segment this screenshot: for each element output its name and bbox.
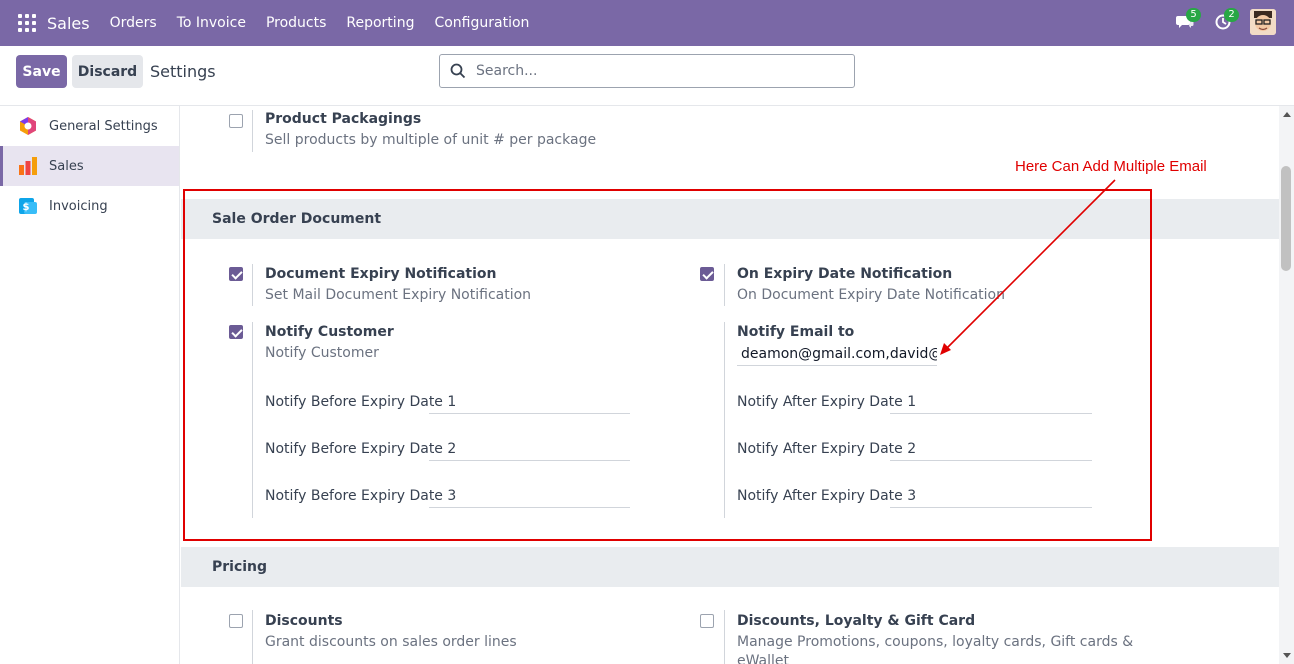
control-panel: Save Discard Settings xyxy=(0,46,1294,106)
document-expiry-desc: Set Mail Document Expiry Notification xyxy=(265,287,532,303)
setting-divider xyxy=(252,610,253,664)
sidebar-item-general-settings[interactable]: General Settings xyxy=(0,106,179,146)
page-scrollbar[interactable] xyxy=(1279,106,1294,664)
svg-text:$: $ xyxy=(23,202,30,213)
annotation-text: Here Can Add Multiple Email xyxy=(1015,158,1207,175)
notify-customer-label[interactable]: Notify Customer xyxy=(265,324,394,340)
chat-icon[interactable]: 5 xyxy=(1174,8,1201,33)
notify-before-1-label: Notify Before Expiry Date 1 xyxy=(265,394,457,410)
sidebar-item-invoicing[interactable]: $ Invoicing xyxy=(0,186,179,226)
notify-before-2-input[interactable] xyxy=(429,439,630,461)
apps-grid-icon[interactable] xyxy=(18,14,36,32)
search-input[interactable] xyxy=(476,63,836,79)
scroll-down-arrow-icon[interactable] xyxy=(1283,653,1291,658)
sidebar-item-label: Sales xyxy=(49,158,84,174)
menu-to-invoice[interactable]: To Invoice xyxy=(177,15,246,31)
setting-divider xyxy=(252,322,253,518)
notify-after-1-input[interactable] xyxy=(890,392,1092,414)
user-avatar[interactable] xyxy=(1250,9,1276,35)
menu-orders[interactable]: Orders xyxy=(110,15,157,31)
save-button[interactable]: Save xyxy=(16,55,67,88)
menu-configuration[interactable]: Configuration xyxy=(434,15,529,31)
notify-customer-checkbox[interactable] xyxy=(229,325,243,339)
loyalty-desc: Manage Promotions, coupons, loyalty card… xyxy=(737,634,1134,650)
discounts-desc: Grant discounts on sales order lines xyxy=(265,634,517,650)
setting-divider xyxy=(252,264,253,306)
notify-email-label: Notify Email to xyxy=(737,324,855,340)
setting-divider xyxy=(724,322,725,518)
product-packagings-desc: Sell products by multiple of unit # per … xyxy=(265,132,597,148)
settings-sidebar: General Settings Sales $ Invoicing xyxy=(0,106,180,664)
product-packagings-label[interactable]: Product Packagings xyxy=(265,111,421,127)
menu-products[interactable]: Products xyxy=(266,15,326,31)
notify-email-input[interactable]: deamon@gmail.com,david@gr xyxy=(737,344,937,366)
chat-badge: 5 xyxy=(1186,8,1201,22)
sidebar-item-sales[interactable]: Sales xyxy=(0,146,179,186)
notify-after-3-input[interactable] xyxy=(890,486,1092,508)
sidebar-item-label: General Settings xyxy=(49,118,158,134)
discard-button[interactable]: Discard xyxy=(72,55,143,88)
notify-before-3-label: Notify Before Expiry Date 3 xyxy=(265,488,457,504)
activity-clock-icon[interactable]: 2 xyxy=(1212,8,1239,33)
loyalty-checkbox[interactable] xyxy=(700,614,714,628)
menu-reporting[interactable]: Reporting xyxy=(346,15,414,31)
main-menu: Orders To Invoice Products Reporting Con… xyxy=(110,15,550,31)
settings-hexagon-icon xyxy=(18,116,38,136)
expiry-date-checkbox[interactable] xyxy=(700,267,714,281)
app-brand[interactable]: Sales xyxy=(47,14,90,33)
notify-before-3-input[interactable] xyxy=(429,486,630,508)
discounts-label[interactable]: Discounts xyxy=(265,613,343,629)
discounts-checkbox[interactable] xyxy=(229,614,243,628)
activity-badge: 2 xyxy=(1224,8,1239,22)
pricing-header: Pricing xyxy=(181,547,1279,587)
invoice-icon: $ xyxy=(18,196,38,216)
loyalty-desc-line2: eWallet xyxy=(737,653,790,664)
page-title: Settings xyxy=(150,62,216,81)
settings-content: Product Packagings Sell products by mult… xyxy=(181,106,1279,664)
setting-divider xyxy=(252,110,253,152)
expiry-date-label[interactable]: On Expiry Date Notification xyxy=(737,266,952,282)
sales-chart-icon xyxy=(18,156,38,176)
notify-before-2-label: Notify Before Expiry Date 2 xyxy=(265,441,457,457)
scroll-thumb[interactable] xyxy=(1281,166,1291,271)
sidebar-item-label: Invoicing xyxy=(49,198,108,214)
setting-divider xyxy=(724,610,725,664)
sale-order-document-header: Sale Order Document xyxy=(181,199,1279,239)
setting-divider xyxy=(724,264,725,306)
notify-customer-desc: Notify Customer xyxy=(265,345,379,361)
search-icon xyxy=(450,63,466,79)
notify-before-1-input[interactable] xyxy=(429,392,630,414)
search-box xyxy=(439,54,855,88)
loyalty-label[interactable]: Discounts, Loyalty & Gift Card xyxy=(737,613,975,629)
notify-after-2-input[interactable] xyxy=(890,439,1092,461)
product-packagings-checkbox[interactable] xyxy=(229,114,243,128)
expiry-date-desc: On Document Expiry Date Notification xyxy=(737,287,1005,303)
document-expiry-checkbox[interactable] xyxy=(229,267,243,281)
scroll-up-arrow-icon[interactable] xyxy=(1283,112,1291,117)
top-navbar: Sales Orders To Invoice Products Reporti… xyxy=(0,0,1294,46)
document-expiry-label[interactable]: Document Expiry Notification xyxy=(265,266,496,282)
